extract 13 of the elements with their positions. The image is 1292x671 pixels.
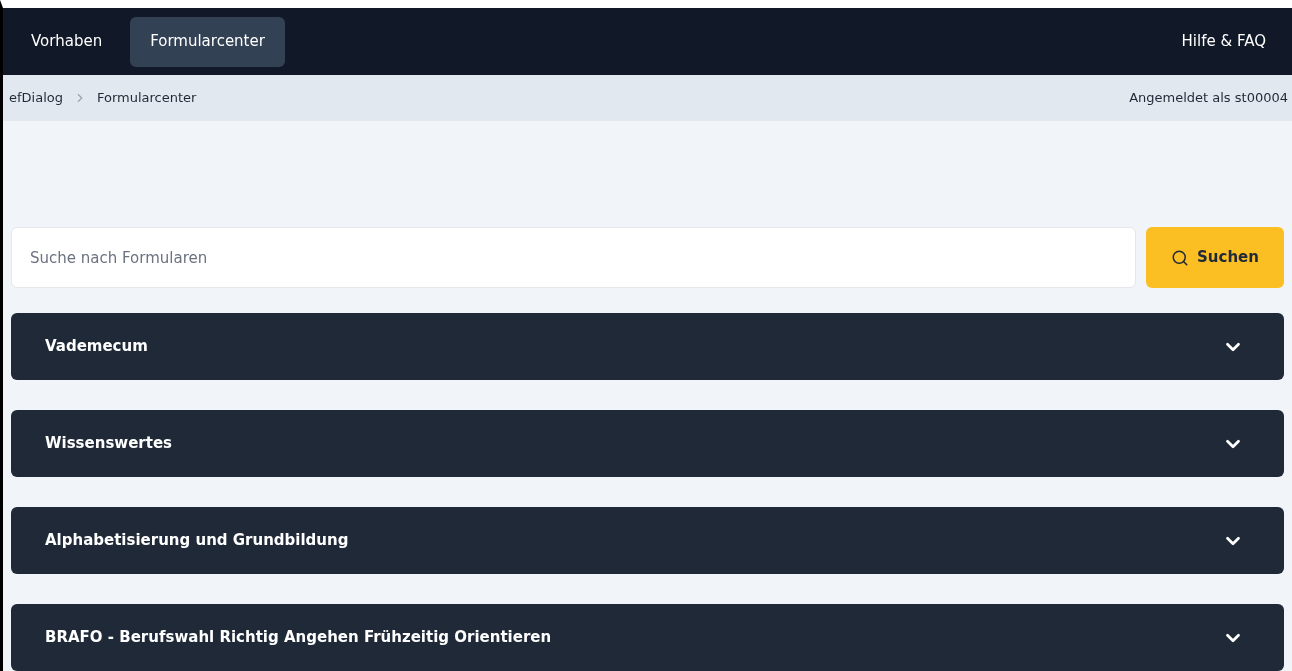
login-status: Angemeldet als st00004	[1129, 89, 1288, 108]
nav-tab[interactable]: Vorhaben	[11, 16, 123, 67]
accordion-header[interactable]: Vademecum	[11, 313, 1284, 380]
accordion-header[interactable]: Wissenswertes	[11, 410, 1284, 477]
nav-tab[interactable]: Formularcenter	[130, 16, 285, 67]
search-icon	[1171, 248, 1190, 267]
breadcrumb-link[interactable]: efDialog	[9, 88, 63, 108]
search-field[interactable]: Suche nach Formularen	[11, 227, 1136, 288]
help-link[interactable]: Hilfe & FAQ	[1163, 30, 1284, 53]
accordion-header[interactable]: BRAFO - Berufswahl Richtig Angehen Frühzeitig Orientieren	[11, 604, 1284, 671]
breadcrumb-link[interactable]: Formularcenter	[97, 88, 197, 108]
search-button[interactable]: Suchen	[1146, 227, 1284, 288]
accordion-header[interactable]: Alphabetisierung und Grundbildung	[11, 507, 1284, 574]
